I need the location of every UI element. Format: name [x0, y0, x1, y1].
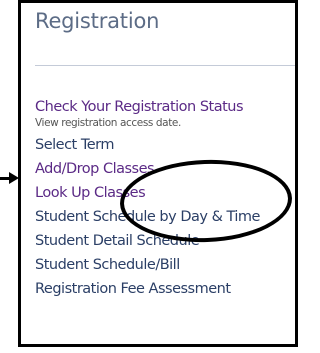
registration-panel: Registration Check Your Registration Sta… [18, 0, 298, 347]
look-up-classes-link[interactable]: Look Up Classes [35, 185, 295, 201]
student-schedule-bill-link[interactable]: Student Schedule/Bill [35, 257, 295, 273]
divider [35, 65, 295, 66]
check-registration-status-link[interactable]: Check Your Registration Status [35, 99, 295, 115]
page-title: Registration [35, 9, 160, 33]
pointer-arrow-icon [9, 172, 19, 184]
registration-status-description: View registration access date. [35, 117, 181, 129]
registration-fee-assessment-link[interactable]: Registration Fee Assessment [35, 281, 295, 297]
student-schedule-by-day-time-link[interactable]: Student Schedule by Day & Time [35, 209, 295, 225]
select-term-link[interactable]: Select Term [35, 137, 295, 153]
add-drop-classes-link[interactable]: Add/Drop Classes [35, 161, 295, 177]
registration-menu: Check Your Registration Status View regi… [35, 99, 295, 305]
student-detail-schedule-link[interactable]: Student Detail Schedule [35, 233, 295, 249]
